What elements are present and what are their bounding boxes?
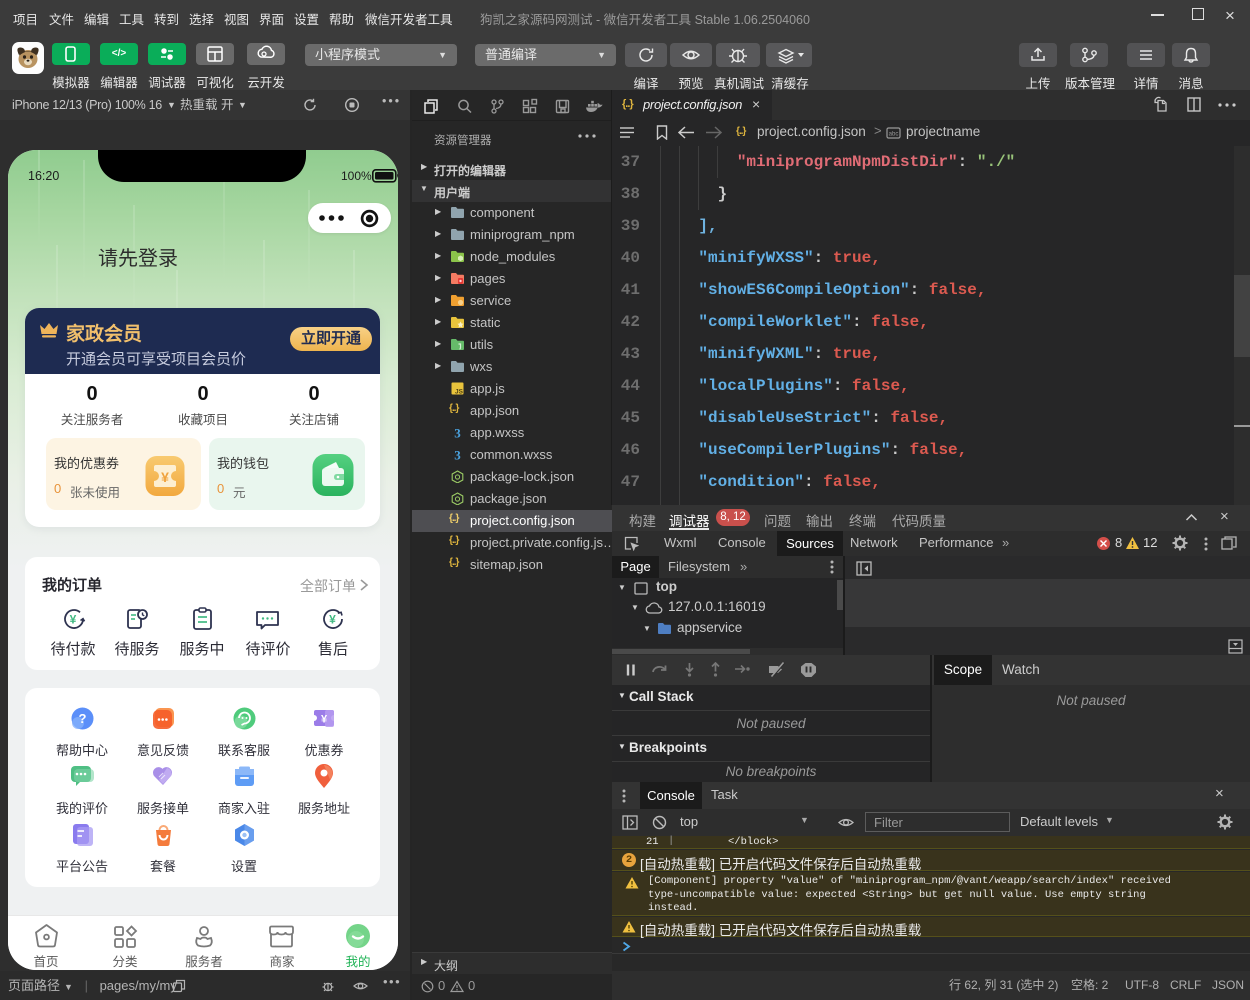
svg-text:¥: ¥ [329,613,336,627]
svg-text:¥: ¥ [70,613,77,627]
svg-text:¥: ¥ [321,714,328,726]
svg-text:JS: JS [455,389,464,396]
svg-text:3: 3 [454,426,461,439]
svg-text:abc: abc [889,132,899,138]
svg-text:¥: ¥ [161,469,169,485]
svg-text:3: 3 [454,448,461,461]
svg-text:?: ? [79,711,87,726]
